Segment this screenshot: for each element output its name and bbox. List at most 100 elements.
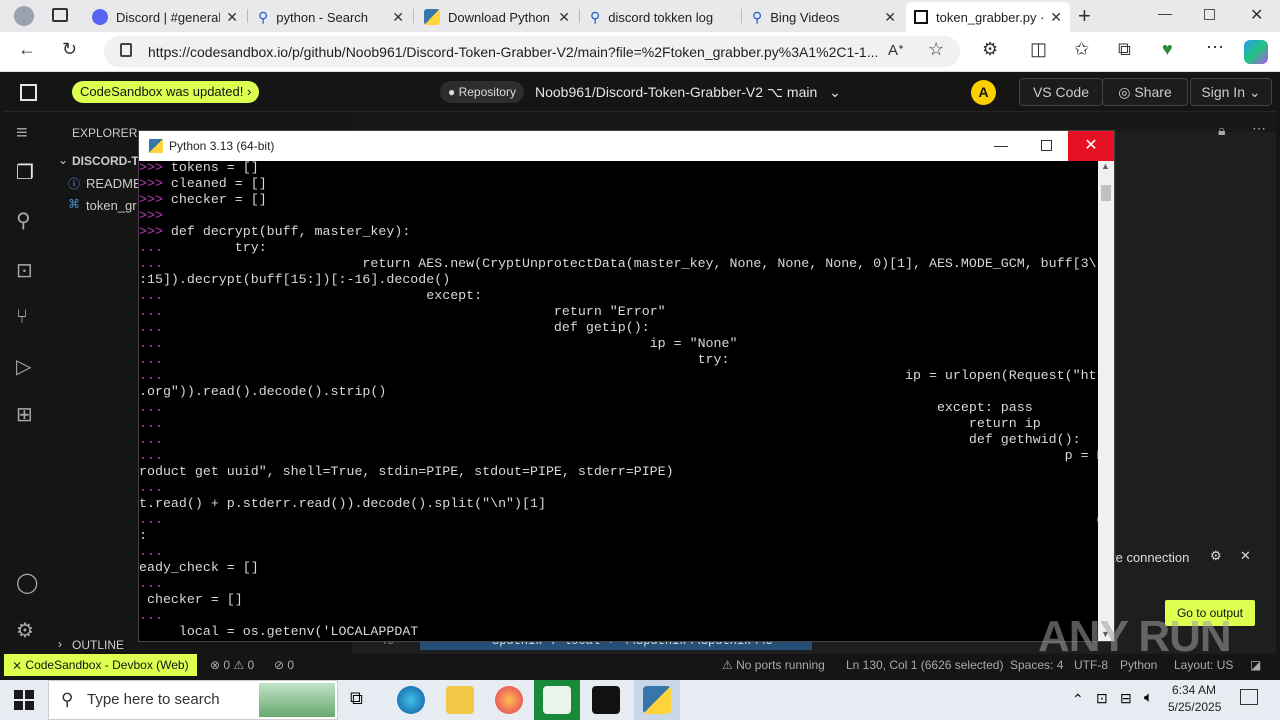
- tab-discord[interactable]: Discord | #general ✕: [84, 2, 246, 32]
- copilot-icon[interactable]: [1244, 40, 1268, 64]
- cursor-position[interactable]: Ln 130, Col 1 (6626 selected): [846, 654, 1003, 676]
- more-actions-icon[interactable]: ⋯: [1252, 120, 1266, 137]
- menu-icon[interactable]: ≡: [16, 122, 28, 145]
- browser-profile-icon[interactable]: [14, 6, 34, 26]
- close-tab-icon[interactable]: ✕: [226, 9, 238, 26]
- taskbar-search[interactable]: ⚲ Type here to search: [48, 680, 338, 720]
- avatar[interactable]: A: [971, 80, 996, 105]
- terminal-icon[interactable]: ⊡: [16, 258, 33, 283]
- python-window-titlebar[interactable]: Python 3.13 (64-bit) — ✕: [139, 131, 1114, 161]
- python-icon: [149, 139, 163, 153]
- wifi-icon[interactable]: ⊟: [1120, 690, 1132, 707]
- sign-in-button[interactable]: Sign In ⌄: [1190, 78, 1272, 106]
- codesandbox-logo-icon[interactable]: [20, 84, 37, 101]
- close-tab-icon[interactable]: ✕: [558, 9, 570, 26]
- console-code: return AES.new(CryptUnprotectData(master…: [170, 256, 1097, 271]
- volume-icon[interactable]: 🔈︎: [1144, 689, 1153, 706]
- extensions-icon[interactable]: ⊞: [16, 402, 33, 427]
- collections-icon[interactable]: ⧉: [1118, 39, 1131, 60]
- tab-bing-videos[interactable]: ⚲ Bing Videos ✕: [744, 2, 904, 32]
- settings-gear-icon[interactable]: ⚙: [1210, 548, 1222, 564]
- windows-start-icon[interactable]: [14, 690, 34, 710]
- notification-center-icon[interactable]: [1240, 689, 1258, 705]
- python-icon[interactable]: [643, 686, 671, 714]
- update-notification[interactable]: CodeSandbox was updated! ›: [72, 81, 260, 103]
- lock-icon[interactable]: 🔒︎: [1218, 122, 1225, 139]
- vscode-button[interactable]: VS Code: [1019, 78, 1103, 106]
- extensions-icon[interactable]: ⚙: [982, 39, 998, 60]
- close-window-button[interactable]: ✕: [1068, 131, 1114, 161]
- minimize-icon[interactable]: —: [994, 137, 1008, 153]
- console-code: try:: [170, 240, 267, 255]
- folder-name[interactable]: DISCORD-TO: [72, 154, 148, 168]
- read-aloud-icon[interactable]: Aᐩ: [888, 41, 904, 59]
- console-line: checker = []: [139, 592, 243, 608]
- close-window-icon[interactable]: ✕: [1250, 5, 1263, 25]
- console-code: except: pass: [170, 400, 1033, 415]
- console-line: ... return (p.stdou\: [139, 480, 1098, 496]
- lock-icon[interactable]: [120, 43, 132, 57]
- outline-chevron-icon[interactable]: ›: [58, 637, 62, 651]
- green-app-icon[interactable]: [543, 686, 571, 714]
- file-explorer-icon[interactable]: [446, 686, 474, 714]
- outline-section[interactable]: OUTLINE: [72, 638, 124, 652]
- run-debug-icon[interactable]: ▷: [16, 354, 31, 379]
- url-text[interactable]: https://codesandbox.io/p/github/Noob961/…: [148, 44, 878, 60]
- close-tab-icon[interactable]: ✕: [1050, 9, 1062, 26]
- split-screen-icon[interactable]: ◫: [1030, 39, 1047, 60]
- remote-indicator[interactable]: ⨯ CodeSandbox - Devbox (Web): [4, 654, 197, 676]
- explorer-icon[interactable]: ❐: [16, 160, 34, 185]
- console-output[interactable]: >>> tokens = [] >>> cleaned = [] >>> check…: [139, 161, 1098, 641]
- refresh-icon[interactable]: ↻: [62, 39, 77, 60]
- favorite-icon[interactable]: ☆: [928, 39, 944, 60]
- terminal-icon[interactable]: [592, 686, 620, 714]
- file-token-grabber[interactable]: token_gr: [86, 198, 137, 213]
- no-ports-status[interactable]: ⚠ No ports running: [722, 654, 825, 676]
- scroll-up-icon[interactable]: ▲: [1101, 161, 1110, 171]
- clock-date[interactable]: 5/25/2025: [1168, 700, 1221, 714]
- python-console-window[interactable]: Python 3.13 (64-bit) — ✕ >>> tokens = []…: [138, 130, 1115, 642]
- minimize-icon[interactable]: —: [1158, 5, 1172, 21]
- repo-branch-selector[interactable]: Noob961/Discord-Token-Grabber-V2 ⌥ main …: [535, 84, 841, 101]
- console-code: t.read() + p.stderr.read()).decode().spl…: [139, 496, 546, 511]
- close-tab-icon[interactable]: ✕: [884, 9, 896, 26]
- folder-chevron-icon[interactable]: ⌄: [58, 153, 68, 167]
- scroll-thumb[interactable]: [1101, 185, 1111, 201]
- tab-discord-tokken-log[interactable]: ⚲ discord tokken log: [582, 2, 740, 32]
- settings-gear-icon[interactable]: ⚙: [16, 618, 34, 643]
- console-code: return ip: [170, 416, 1041, 431]
- firefox-icon[interactable]: [495, 686, 523, 714]
- account-icon[interactable]: ◯: [16, 570, 38, 595]
- more-icon[interactable]: ⋯: [1206, 37, 1224, 58]
- tab-download-python[interactable]: Download Python ✕: [416, 2, 578, 32]
- share-button[interactable]: ◎ Share: [1102, 78, 1188, 106]
- search-icon[interactable]: ⚲: [16, 208, 31, 233]
- console-scrollbar[interactable]: ▲ ▼: [1098, 161, 1114, 641]
- problems-indicator[interactable]: ⊗ 0 ⚠ 0: [210, 654, 254, 676]
- performance-icon[interactable]: ♥: [1162, 39, 1173, 60]
- ports-indicator[interactable]: ⊘ 0: [274, 654, 294, 676]
- task-view-icon[interactable]: ⧉: [350, 688, 363, 709]
- favorites-icon[interactable]: ✩: [1074, 39, 1089, 60]
- notifications-icon[interactable]: ◪: [1250, 654, 1261, 676]
- restore-icon[interactable]: [1204, 9, 1215, 20]
- clock-time[interactable]: 6:34 AM: [1172, 683, 1216, 697]
- chevron-up-icon[interactable]: ⌃: [1072, 691, 1084, 708]
- file-readme[interactable]: README: [86, 176, 142, 191]
- new-tab-icon[interactable]: +: [1078, 3, 1091, 29]
- network-icon[interactable]: ⊡: [1096, 690, 1108, 707]
- tab-actions-icon[interactable]: [52, 8, 68, 22]
- console-line: ... \: [139, 576, 1098, 592]
- tab-token-grabber[interactable]: token_grabber.py · ✕: [906, 2, 1070, 32]
- edge-icon[interactable]: [397, 686, 425, 714]
- repository-badge[interactable]: ● Repository: [440, 81, 524, 103]
- back-icon[interactable]: ←: [18, 39, 36, 60]
- url-field[interactable]: https://codesandbox.io/p/github/Noob961/…: [104, 36, 960, 67]
- search-icon: ⚲: [258, 8, 269, 25]
- close-icon[interactable]: ✕: [1240, 548, 1251, 564]
- tab-title: discord tokken log: [608, 9, 714, 25]
- close-tab-icon[interactable]: ✕: [392, 9, 404, 26]
- maximize-icon[interactable]: [1041, 140, 1052, 151]
- source-control-icon[interactable]: ⑂: [16, 306, 28, 329]
- tab-python-search[interactable]: ⚲ python - Search ✕: [250, 2, 412, 32]
